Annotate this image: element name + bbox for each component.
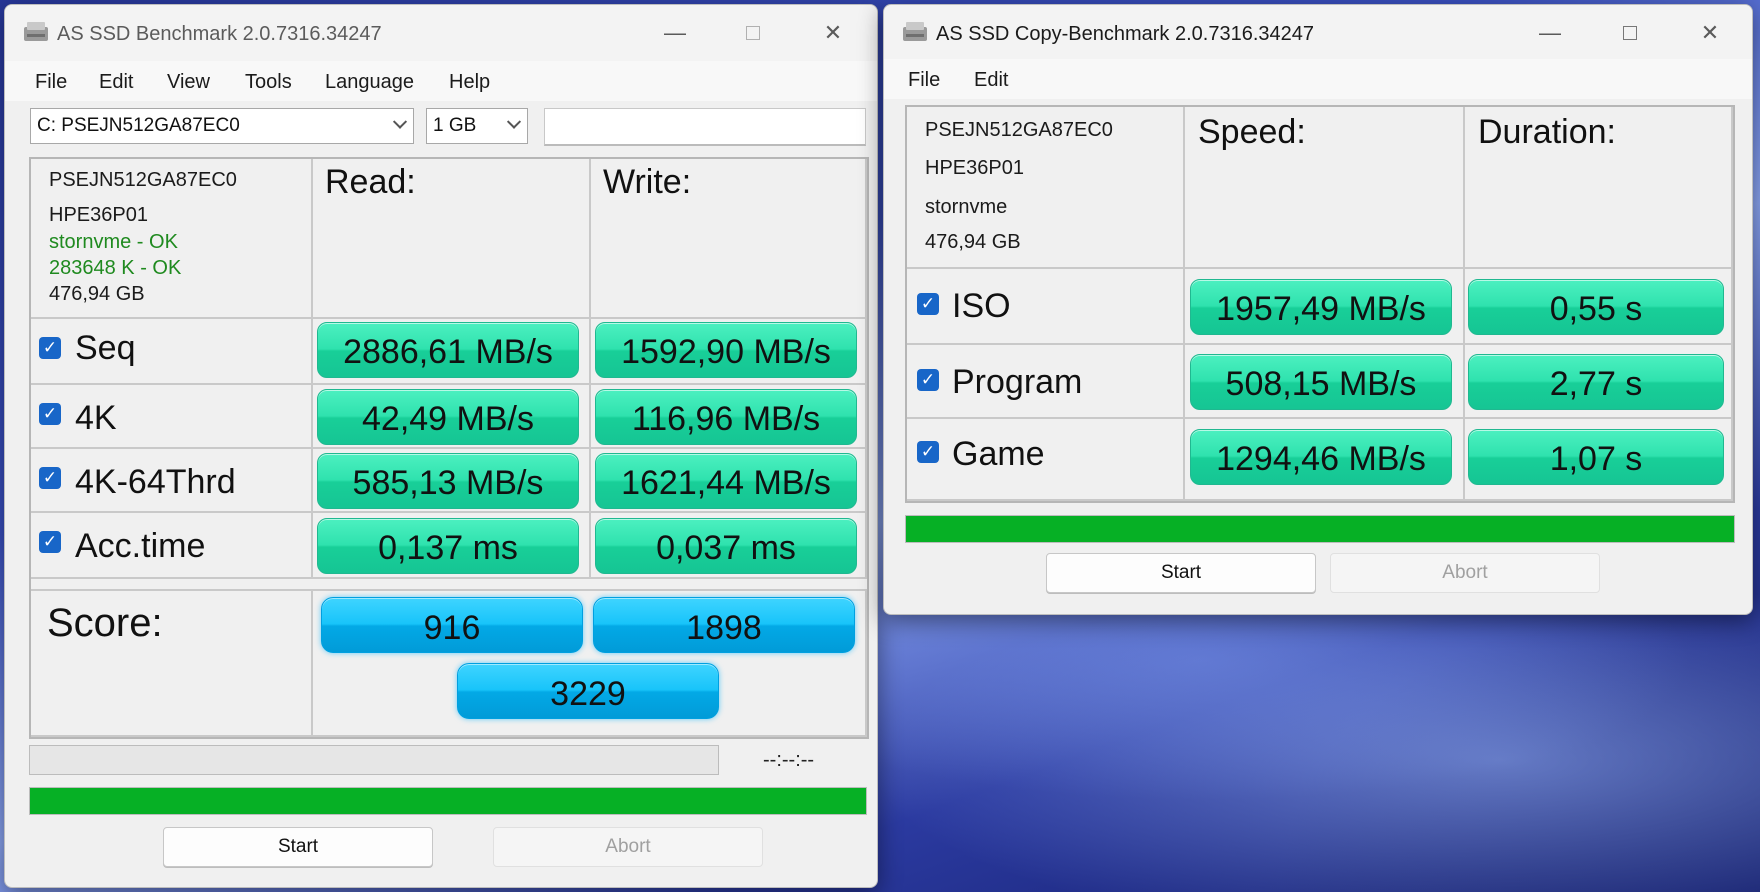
chevron-down-icon [506,114,522,129]
menu-language[interactable]: Language [325,71,414,94]
program-duration-value: 2,77 s [1468,354,1724,410]
checkmark-icon[interactable]: ✓ [917,441,939,463]
drive-select-value: C: PSEJN512GA87EC0 [37,115,240,136]
benchmark-window: AS SSD Benchmark 2.0.7316.34247 — ✕ File… [4,4,878,888]
row-label-cell [31,385,313,449]
game-speed-value: 1294,46 MB/s [1190,429,1452,485]
iso-speed-value: 1957,49 MB/s [1190,279,1452,335]
iso-duration-value: 0,55 s [1468,279,1724,335]
drive-firmware: HPE36P01 [925,157,1024,179]
drive-icon [24,22,48,41]
title-bar[interactable]: AS SSD Copy-Benchmark 2.0.7316.34247 — ✕ [884,5,1752,61]
row-label-seq: Seq [75,329,136,367]
4k-write-value: 116,96 MB/s [595,389,857,445]
start-button[interactable]: Start [163,827,433,867]
close-icon[interactable]: ✕ [819,19,847,47]
start-button[interactable]: Start [1046,553,1316,593]
seq-read-value: 2886,61 MB/s [317,322,579,378]
read-header: Read: [325,163,416,201]
checkmark-icon[interactable]: ✓ [39,403,61,425]
menu-bar: File Edit View Tools Language Help [5,61,877,101]
checkmark-icon[interactable]: ✓ [917,293,939,315]
close-icon[interactable]: ✕ [1696,19,1724,47]
window-title: AS SSD Copy-Benchmark 2.0.7316.34247 [936,23,1314,45]
checkmark-icon[interactable]: ✓ [917,369,939,391]
status-textbox[interactable] [544,108,866,146]
elapsed-time: --:--:-- [763,749,815,771]
checkmark-icon[interactable]: ✓ [39,337,61,359]
acc-read-value: 0,137 ms [317,518,579,574]
row-label-game: Game [952,435,1045,473]
write-header: Write: [603,163,692,201]
abort-button[interactable]: Abort [493,827,763,867]
speed-header: Speed: [1198,113,1306,151]
drive-model: PSEJN512GA87EC0 [49,169,237,191]
score-write: 1898 [593,597,855,653]
menu-help[interactable]: Help [449,71,490,94]
window-title: AS SSD Benchmark 2.0.7316.34247 [57,23,382,45]
drive-icon [903,22,927,41]
drive-firmware: HPE36P01 [49,204,148,226]
duration-header: Duration: [1478,113,1616,151]
seq-write-value: 1592,90 MB/s [595,322,857,378]
row-label-cell [907,419,1185,501]
row-label-4k: 4K [75,399,117,437]
maximize-icon[interactable] [1616,19,1644,47]
total-progress-bar [29,787,867,815]
driver-status: stornvme - OK [49,231,178,253]
row-label-4k-64thrd: 4K-64Thrd [75,463,236,501]
chevron-down-icon [392,114,408,129]
row-label-acc-time: Acc.time [75,527,206,565]
menu-bar: File Edit [884,59,1752,99]
score-total: 3229 [457,663,719,719]
row-label-cell [31,319,313,385]
maximize-icon[interactable] [739,19,767,47]
total-progress-fill [30,788,866,814]
program-speed-value: 508,15 MB/s [1190,354,1452,410]
4k64-write-value: 1621,44 MB/s [595,453,857,509]
drive-capacity: 476,94 GB [925,231,1021,253]
copy-benchmark-window: AS SSD Copy-Benchmark 2.0.7316.34247 — ✕… [883,4,1753,615]
alignment-status: 283648 K - OK [49,257,182,279]
drive-capacity: 476,94 GB [49,283,145,305]
checkmark-icon[interactable]: ✓ [39,531,61,553]
row-label-cell [907,269,1185,345]
menu-tools[interactable]: Tools [245,71,292,94]
minimize-icon[interactable]: — [661,19,689,47]
driver-name: stornvme [925,196,1008,218]
copy-progress-fill [906,516,1734,542]
menu-file[interactable]: File [35,71,67,94]
task-progress-bar [29,745,719,775]
abort-button[interactable]: Abort [1330,553,1600,593]
acc-write-value: 0,037 ms [595,518,857,574]
drive-model: PSEJN512GA87EC0 [925,119,1113,141]
title-bar[interactable]: AS SSD Benchmark 2.0.7316.34247 — ✕ [5,5,877,61]
row-label-iso: ISO [952,287,1011,325]
menu-edit[interactable]: Edit [99,71,133,94]
size-select[interactable]: 1 GB [426,108,528,144]
drive-select[interactable]: C: PSEJN512GA87EC0 [30,108,414,144]
score-label: Score: [47,601,163,645]
menu-edit[interactable]: Edit [974,69,1008,92]
size-select-value: 1 GB [433,115,477,136]
minimize-icon[interactable]: — [1536,19,1564,47]
copy-progress-bar [905,515,1735,543]
4k-read-value: 42,49 MB/s [317,389,579,445]
row-label-program: Program [952,363,1083,401]
4k64-read-value: 585,13 MB/s [317,453,579,509]
menu-view[interactable]: View [167,71,210,94]
score-read: 916 [321,597,583,653]
menu-file[interactable]: File [908,69,940,92]
checkmark-icon[interactable]: ✓ [39,467,61,489]
game-duration-value: 1,07 s [1468,429,1724,485]
